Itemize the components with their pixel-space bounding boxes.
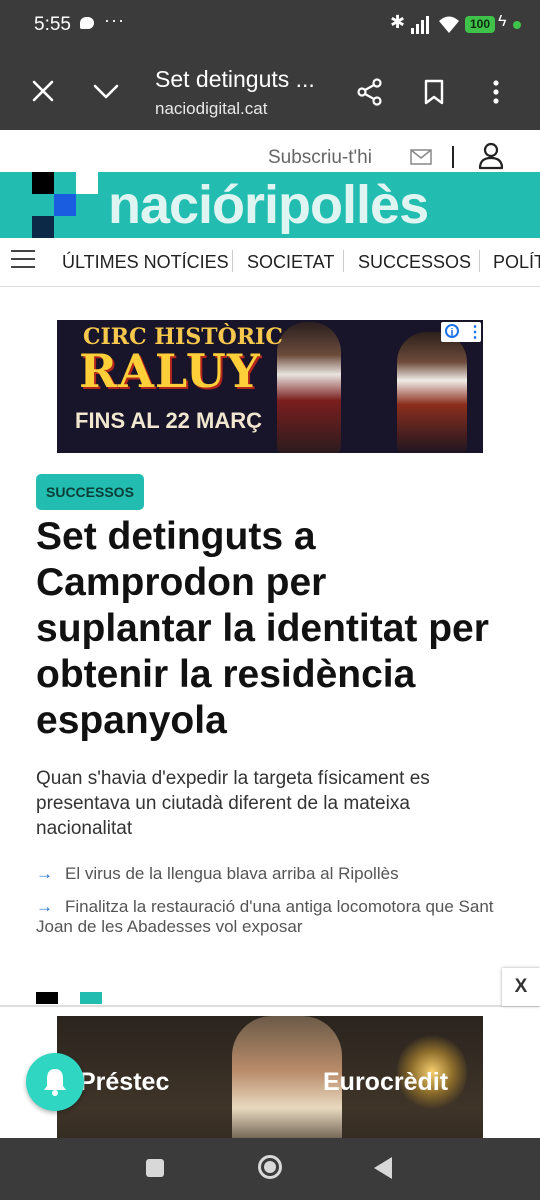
site-logo: nacióripollès	[108, 175, 429, 235]
category-badge[interactable]: SUCCESSOS	[36, 474, 144, 510]
article-headline: Set detinguts a Camprodon per suplantar …	[36, 515, 489, 742]
related-link-text: El virus de la llengua blava arriba al R…	[65, 864, 399, 883]
related-link-text: Finalitza la restauració d'una antiga lo…	[36, 897, 494, 936]
page-title: Set detinguts ...	[155, 66, 315, 92]
nav-separator	[343, 250, 344, 272]
more-vert-icon: ⋮	[467, 324, 483, 341]
logo-square	[32, 216, 54, 238]
ad-text-left: Préstec	[79, 1068, 170, 1096]
ad-choices[interactable]: i ⋮	[441, 322, 483, 342]
bluetooth-icon: ✱	[390, 12, 406, 32]
chat-notification-icon	[80, 17, 94, 29]
article-lead: Quan s'havia d'expedir la targeta física…	[36, 768, 430, 839]
privacy-dot-icon	[513, 21, 521, 29]
logo-square	[32, 172, 54, 194]
arrow-right-icon: →	[36, 897, 53, 916]
decor-square	[36, 992, 58, 1004]
bell-icon	[44, 1069, 66, 1096]
close-icon[interactable]	[30, 78, 56, 104]
nav-separator	[232, 250, 233, 272]
signal-icon	[411, 16, 429, 34]
page-url[interactable]: naciodigital.cat	[155, 99, 267, 119]
info-icon: i	[445, 324, 459, 339]
back-icon[interactable]	[374, 1157, 392, 1179]
ad-close-button[interactable]: X	[502, 968, 540, 1006]
bookmark-icon[interactable]	[422, 78, 446, 106]
browser-toolbar: Set detinguts ... naciodigital.cat	[0, 52, 540, 130]
charging-icon: ϟ	[498, 13, 507, 30]
battery-icon: 100	[465, 16, 495, 33]
share-icon[interactable]	[356, 78, 384, 106]
related-link[interactable]: → Finalitza la restauració d'una antiga l…	[36, 897, 516, 937]
nav-item-successos[interactable]: SUCCESSOS	[358, 252, 471, 273]
section-nav: ÚLTIMES NOTÍCIES SOCIETAT SUCCESSOS POLÍ…	[0, 238, 540, 287]
hamburger-menu-icon[interactable]	[11, 250, 35, 268]
logo-square	[76, 172, 98, 194]
ad-performer-image	[277, 322, 341, 453]
logo-square	[54, 194, 76, 216]
ad-performer-image	[397, 332, 467, 453]
wifi-icon	[439, 16, 459, 33]
notifications-bell-button[interactable]	[26, 1053, 84, 1111]
ad-text-right: Eurocrèdit	[323, 1068, 449, 1096]
ad-banner-circus[interactable]: CIRC HISTÒRIC RALUY FINS AL 22 MARÇ i ⋮	[57, 320, 483, 453]
recent-apps-icon[interactable]	[146, 1159, 164, 1177]
more-vert-icon[interactable]	[486, 78, 506, 106]
subscribe-link[interactable]: Subscriu-t'hi	[268, 147, 372, 169]
nav-item-ultimes-noticies[interactable]: ÚLTIMES NOTÍCIES	[62, 252, 229, 273]
arrow-right-icon: →	[36, 864, 53, 883]
divider	[452, 146, 454, 168]
chevron-down-icon[interactable]	[92, 80, 120, 102]
status-time: 5:55	[34, 14, 71, 35]
system-navigation-bar	[0, 1138, 540, 1200]
ad-line2: RALUY	[79, 344, 261, 398]
ad-line3: FINS AL 22 MARÇ	[75, 408, 263, 433]
more-notifications-icon: ···	[104, 10, 125, 30]
nav-item-politica[interactable]: POLÍT	[493, 252, 540, 273]
related-link[interactable]: → El virus de la llengua blava arriba al …	[36, 864, 516, 884]
decor-square	[80, 992, 102, 1004]
status-bar: 5:55 ··· ✱ 100 ϟ	[0, 0, 540, 52]
home-icon[interactable]	[258, 1155, 282, 1179]
mail-icon[interactable]	[410, 149, 432, 165]
nav-item-societat[interactable]: SOCIETAT	[247, 252, 334, 273]
user-icon[interactable]	[478, 142, 504, 170]
nav-separator	[479, 250, 480, 272]
site-logo-banner[interactable]: nacióripollès	[0, 172, 540, 238]
ad-divider	[0, 1005, 540, 1007]
